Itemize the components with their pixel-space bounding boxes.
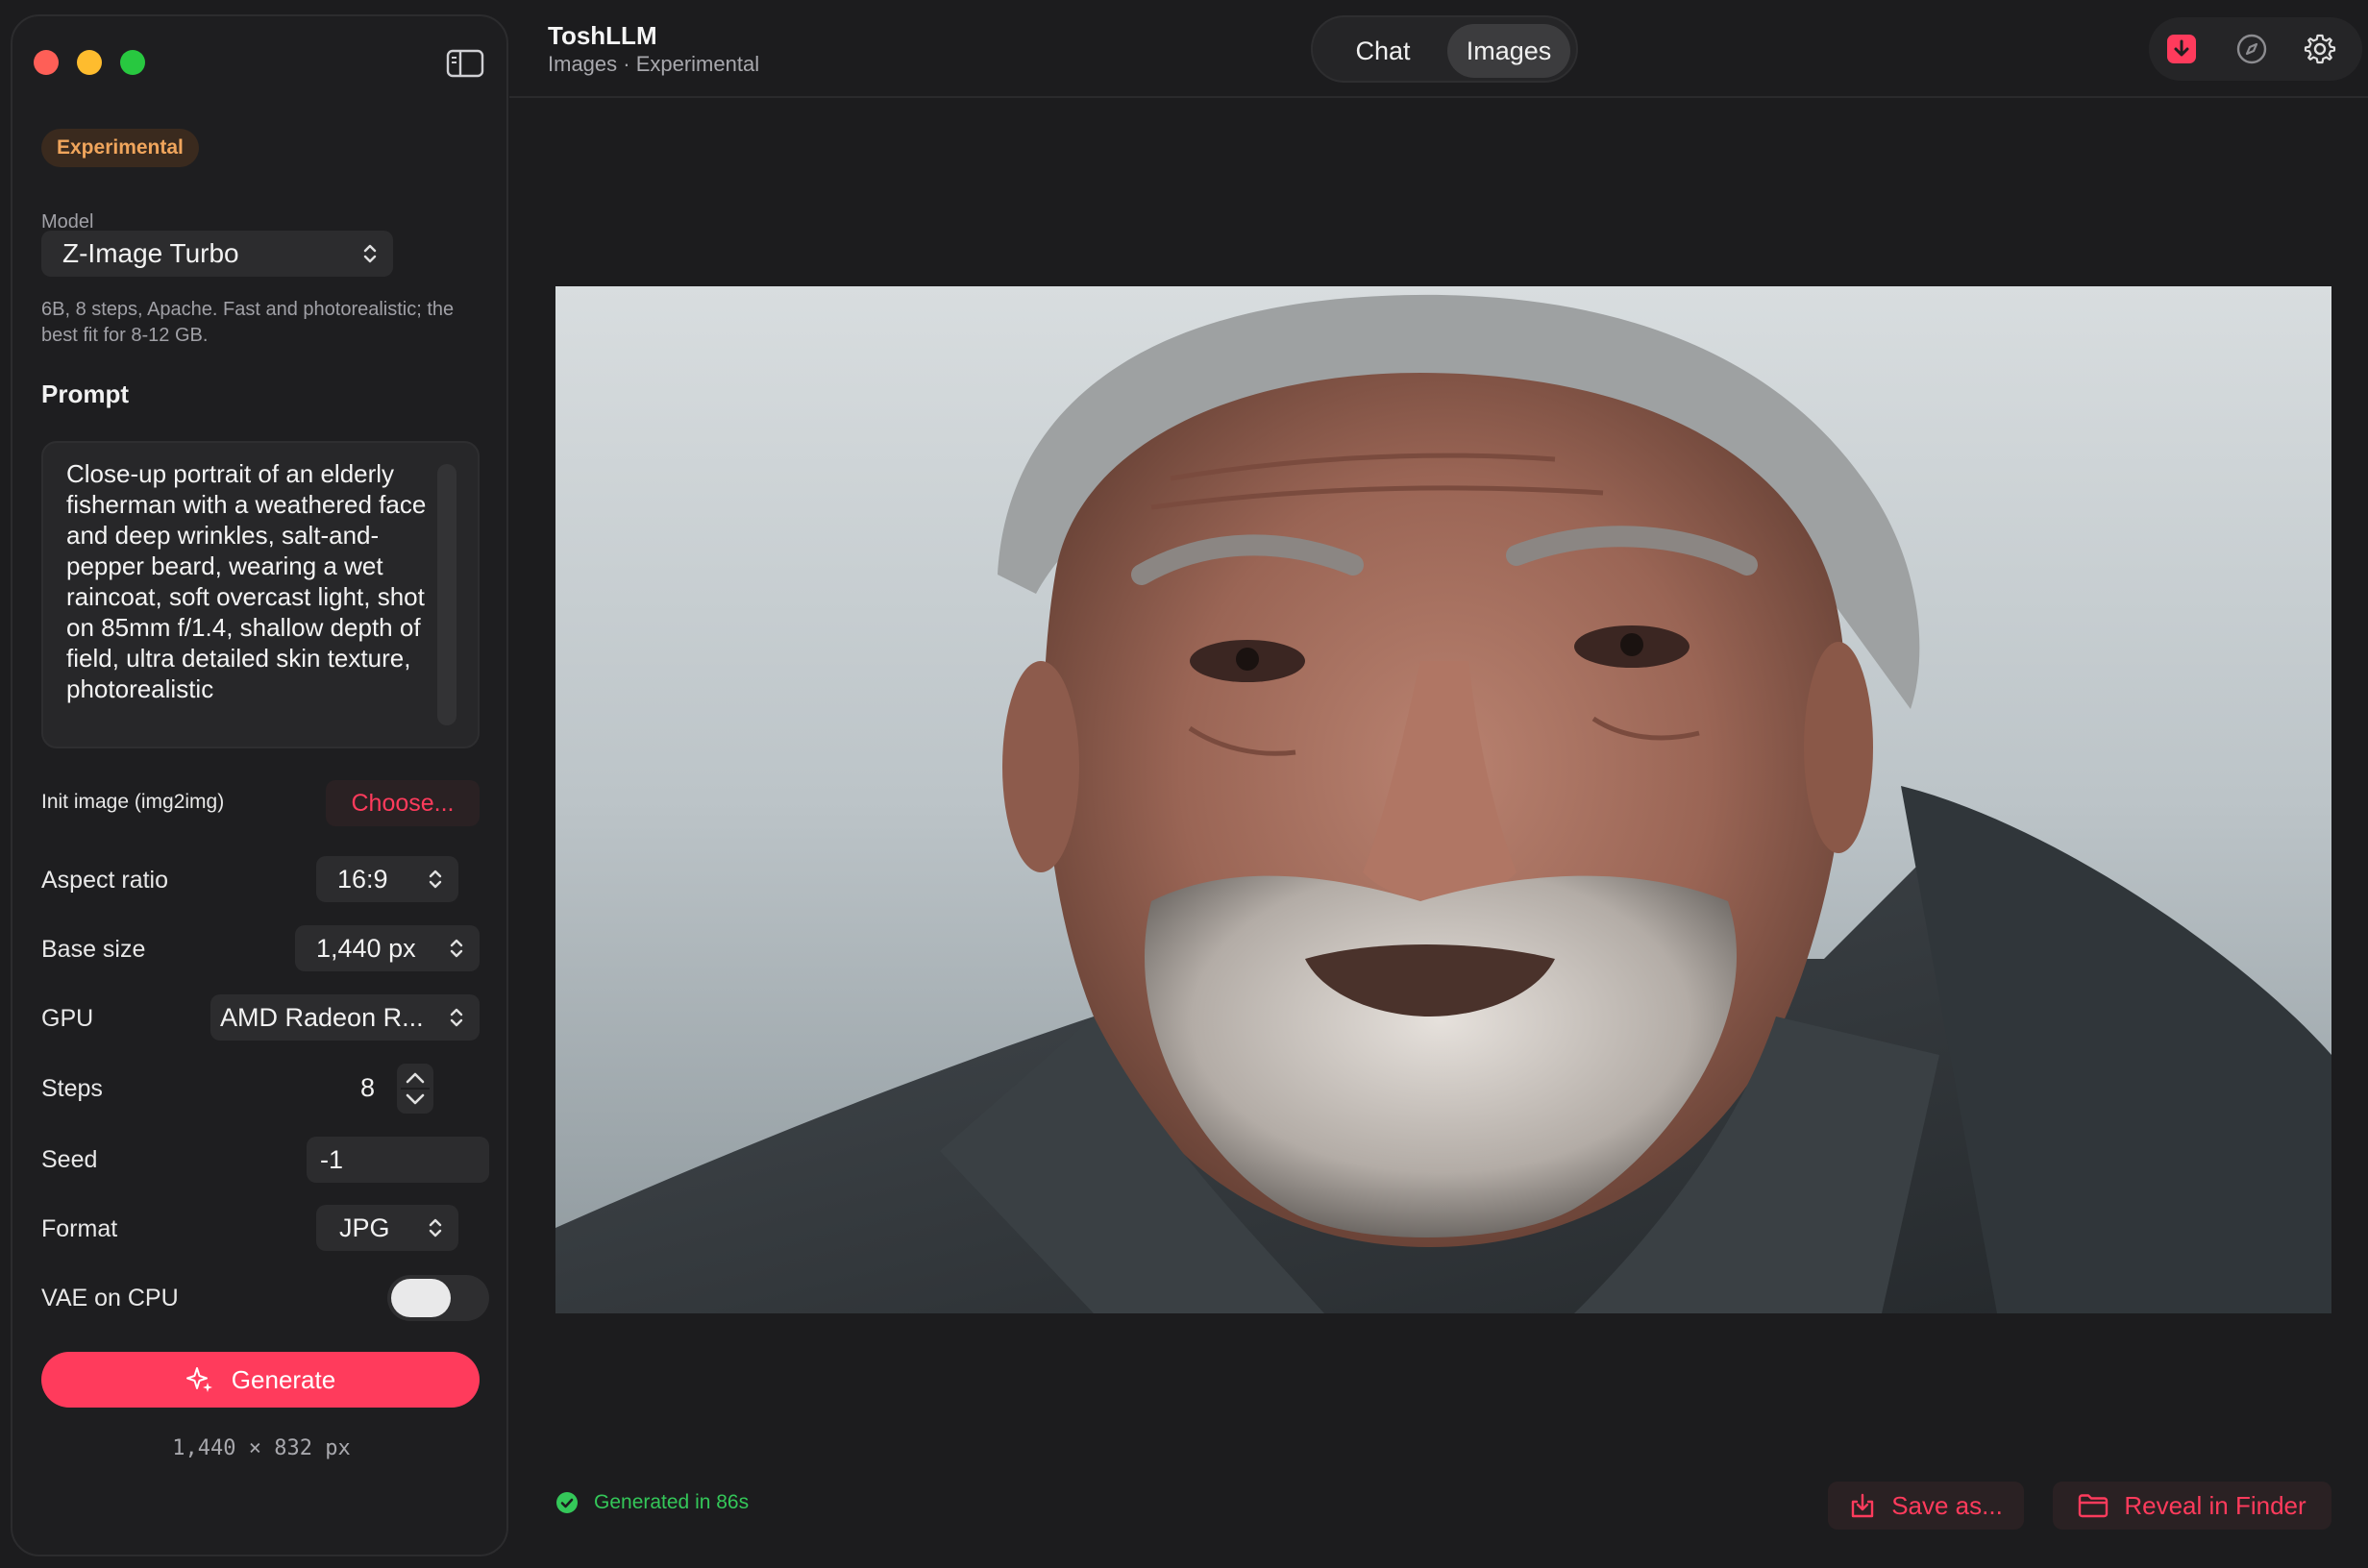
compass-icon[interactable] — [2235, 33, 2268, 65]
prompt-scrollbar[interactable] — [437, 464, 456, 725]
header-divider — [509, 96, 2368, 98]
reveal-in-finder-label: Reveal in Finder — [2124, 1490, 2306, 1520]
output-dimensions: 1,440 × 832 px — [172, 1436, 351, 1460]
format-label: Format — [41, 1215, 118, 1242]
format-select[interactable]: JPG — [316, 1205, 458, 1251]
choose-init-image-button[interactable]: Choose... — [326, 780, 480, 826]
gear-icon[interactable] — [2304, 33, 2336, 65]
tab-images[interactable]: Images — [1447, 24, 1570, 78]
close-window-button[interactable] — [34, 50, 59, 75]
checkmark-seal-icon — [556, 1492, 578, 1513]
experimental-badge: Experimental — [41, 129, 199, 167]
seed-label: Seed — [41, 1146, 98, 1173]
folder-icon — [2079, 1494, 2109, 1518]
seed-input[interactable]: -1 — [307, 1137, 489, 1183]
gpu-value: AMD Radeon R... — [220, 1003, 424, 1032]
window-controls — [34, 50, 145, 75]
generate-label: Generate — [231, 1364, 336, 1394]
steps-label: Steps — [41, 1075, 103, 1102]
model-select[interactable]: Z-Image Turbo — [41, 231, 393, 277]
gpu-select[interactable]: AMD Radeon R... — [210, 994, 480, 1041]
sidebar-toggle-icon[interactable] — [446, 48, 484, 79]
tab-chat[interactable]: Chat — [1322, 24, 1443, 78]
sparkle-icon — [185, 1367, 212, 1392]
save-as-label: Save as... — [1891, 1490, 2003, 1520]
model-select-value: Z-Image Turbo — [62, 238, 239, 268]
mode-segmented-control: Chat Images — [1311, 15, 1578, 83]
gpu-label: GPU — [41, 1005, 94, 1032]
steps-value: 8 — [360, 1073, 376, 1102]
header-toolbar — [2149, 17, 2362, 81]
aspect-ratio-label: Aspect ratio — [41, 867, 169, 894]
chevron-updown-icon — [363, 244, 377, 263]
format-value: JPG — [339, 1213, 390, 1242]
reveal-in-finder-button[interactable]: Reveal in Finder — [2053, 1482, 2331, 1530]
init-image-label: Init image (img2img) — [41, 791, 225, 813]
stepper-arrows-icon — [401, 1072, 430, 1105]
base-size-select[interactable]: 1,440 px — [295, 925, 480, 971]
generation-status-text: Generated in 86s — [594, 1491, 750, 1513]
base-size-label: Base size — [41, 936, 146, 963]
model-description: 6B, 8 steps, Apache. Fast and photoreali… — [41, 299, 455, 346]
generated-image — [555, 286, 2331, 1313]
save-as-button[interactable]: Save as... — [1828, 1482, 2024, 1530]
save-icon — [1851, 1493, 1874, 1518]
chevron-updown-icon — [450, 1008, 463, 1027]
prompt-text[interactable]: Close-up portrait of an elderly fisherma… — [66, 458, 432, 704]
chevron-updown-icon — [450, 939, 463, 958]
download-icon[interactable] — [2165, 33, 2198, 65]
zoom-window-button[interactable] — [120, 50, 145, 75]
generate-button[interactable]: Generate — [41, 1352, 480, 1408]
prompt-textarea[interactable]: Close-up portrait of an elderly fisherma… — [41, 441, 480, 748]
portrait-image — [555, 286, 2331, 1313]
chevron-updown-icon — [429, 870, 442, 889]
vae-on-cpu-label: VAE on CPU — [41, 1285, 179, 1311]
toggle-knob — [391, 1279, 451, 1317]
chevron-updown-icon — [429, 1218, 442, 1237]
vae-on-cpu-toggle[interactable] — [387, 1275, 489, 1321]
steps-stepper[interactable] — [397, 1064, 433, 1114]
generation-status: Generated in 86s — [555, 1491, 749, 1514]
prompt-heading: Prompt — [41, 380, 129, 408]
aspect-ratio-select[interactable]: 16:9 — [316, 856, 458, 902]
base-size-value: 1,440 px — [316, 934, 416, 963]
sidebar: Experimental Model Z-Image Turbo 6B, 8 s… — [11, 14, 508, 1556]
app-title: ToshLLM — [548, 21, 657, 50]
aspect-ratio-value: 16:9 — [337, 865, 388, 894]
app-subtitle: Images · Experimental — [548, 52, 760, 76]
minimize-window-button[interactable] — [77, 50, 102, 75]
